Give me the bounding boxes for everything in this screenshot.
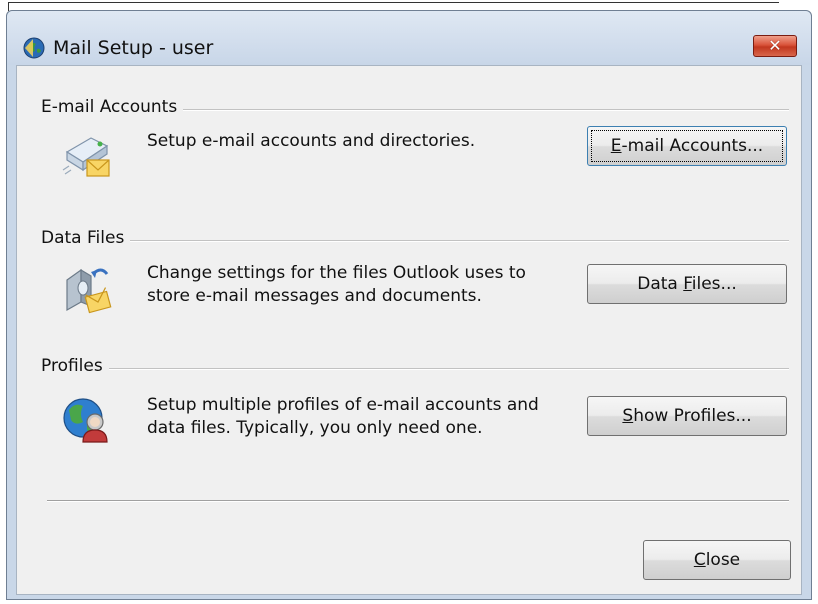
show-profiles-button-label: how Profiles... — [633, 406, 752, 426]
profiles-description: Setup multiple profiles of e-mail accoun… — [147, 394, 539, 440]
close-button[interactable]: Close — [643, 540, 791, 580]
data-files-description-line1: Change settings for the files Outlook us… — [147, 263, 526, 283]
data-files-icon — [66, 268, 112, 314]
data-files-button-label: iles... — [691, 274, 737, 294]
close-icon: ✕ — [768, 36, 782, 55]
email-accounts-description: Setup e-mail accounts and directories. — [147, 131, 476, 151]
email-accounts-icon — [62, 137, 110, 177]
show-profiles-button-mnemonic: S — [622, 406, 634, 426]
profiles-globe-icon — [63, 398, 108, 443]
email-accounts-heading: E-mail Accounts — [41, 97, 184, 117]
profiles-description-line2: data files. Typically, you only need one… — [147, 418, 483, 438]
close-button-mnemonic: C — [693, 550, 706, 570]
title-bar[interactable]: Mail Setup - user ✕ — [7, 11, 811, 65]
footer-separator — [47, 500, 789, 502]
close-button-label: lose — [705, 550, 741, 570]
data-files-button-mnemonic: F — [683, 274, 692, 294]
data-files-description-line2: store e-mail messages and documents. — [147, 286, 482, 306]
window-title: Mail Setup - user — [53, 37, 214, 59]
show-profiles-button[interactable]: Show Profiles... — [587, 396, 787, 436]
close-window-button[interactable]: ✕ — [753, 35, 797, 57]
profiles-heading: Profiles — [41, 356, 109, 376]
data-files-divider — [41, 240, 789, 242]
mail-setup-dialog: Mail Setup - user ✕ E-mail Accounts Setu… — [6, 10, 812, 600]
outlook-globe-icon — [23, 37, 45, 59]
data-files-button-prefix: Data — [637, 274, 684, 294]
data-files-button[interactable]: Data Files... — [587, 264, 787, 304]
profiles-divider — [41, 368, 789, 370]
profiles-description-line1: Setup multiple profiles of e-mail accoun… — [147, 395, 539, 415]
data-files-description: Change settings for the files Outlook us… — [147, 262, 526, 308]
focus-rectangle — [591, 130, 783, 162]
dialog-client-area: E-mail Accounts Setup e-mail accounts an… — [16, 65, 802, 595]
email-accounts-button[interactable]: E-mail Accounts... — [587, 126, 787, 166]
data-files-heading: Data Files — [41, 228, 131, 248]
